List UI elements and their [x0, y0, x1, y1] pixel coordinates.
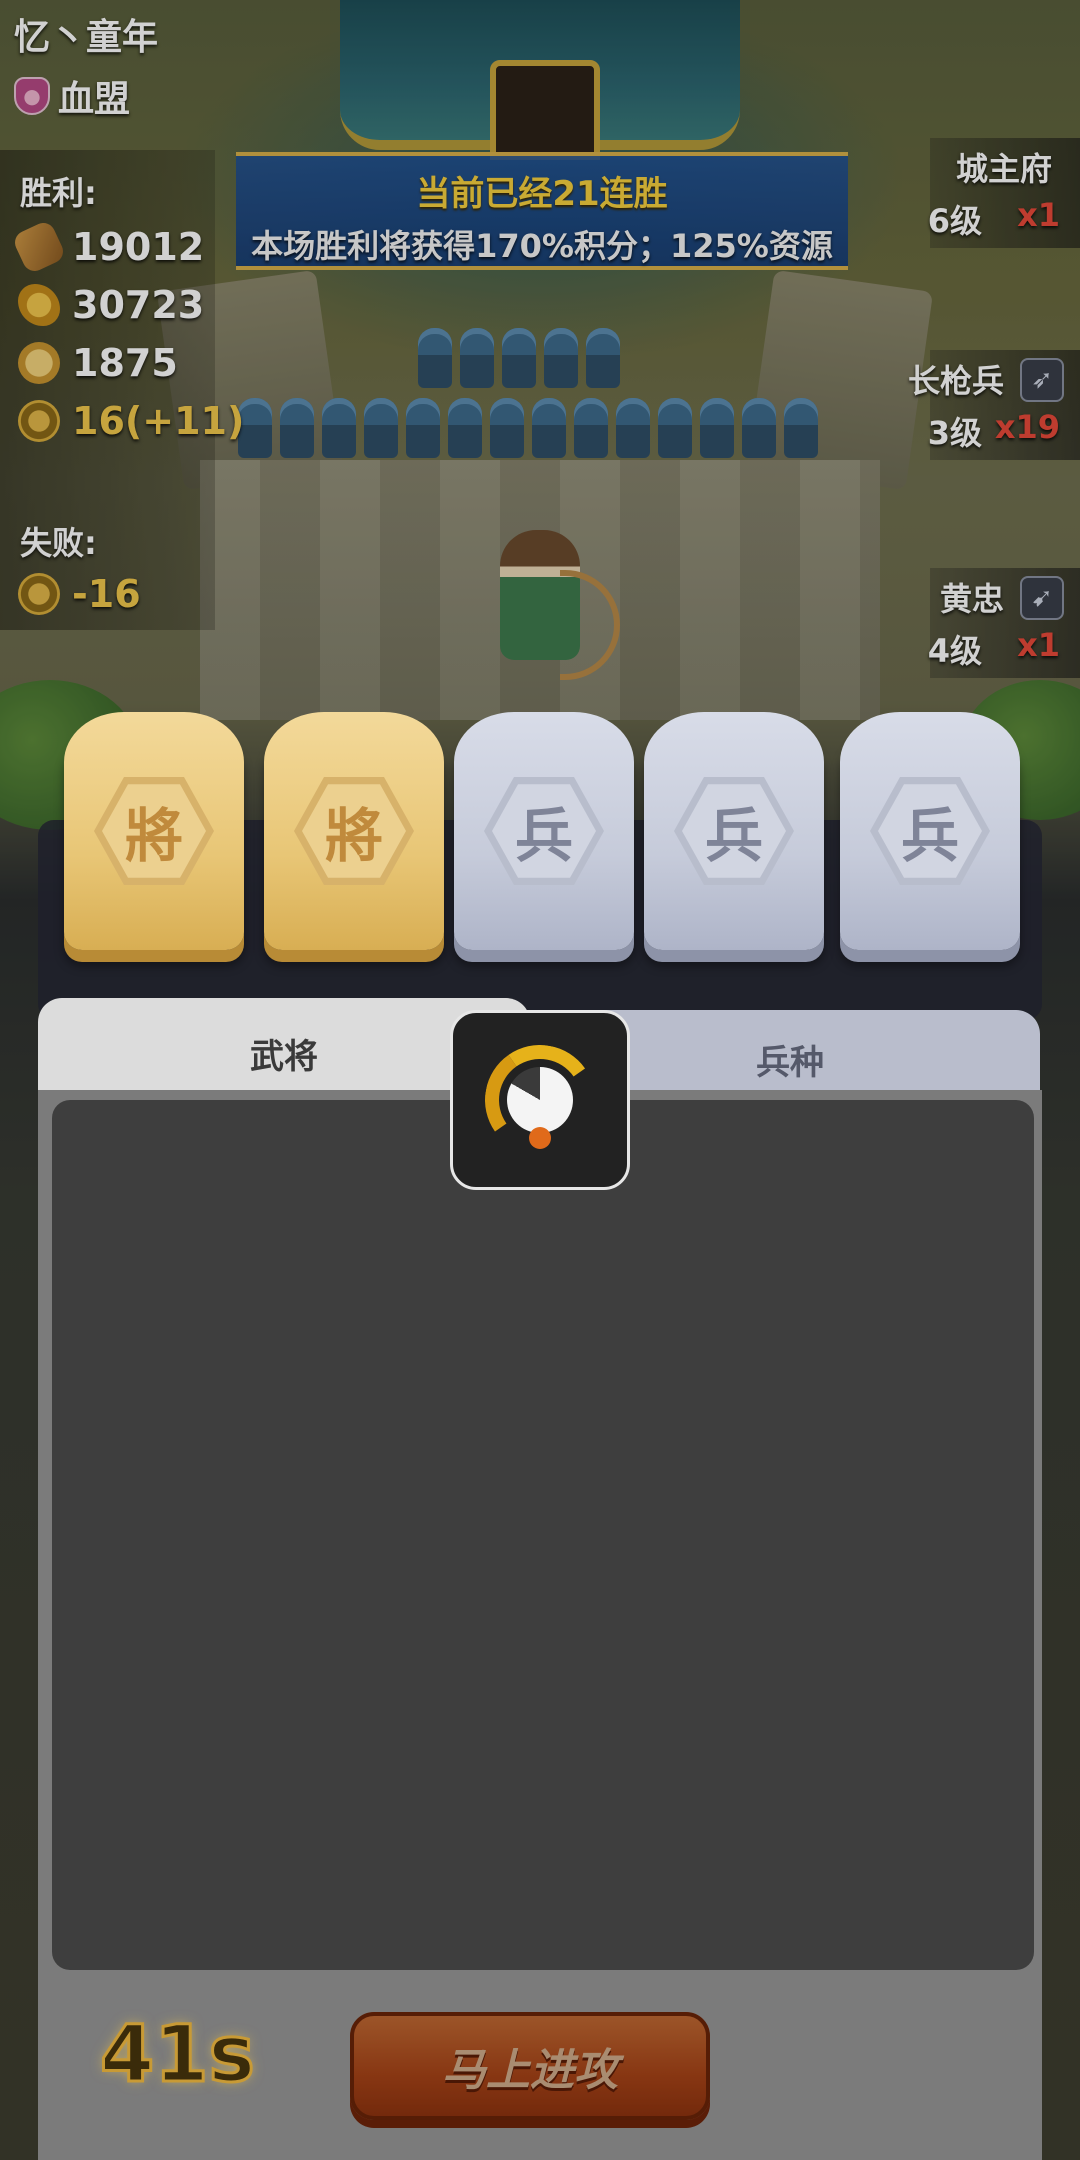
troop-slot-1[interactable]: 兵 — [454, 712, 634, 950]
slot-glyph: 兵 — [878, 784, 982, 878]
troop-slot-2[interactable]: 兵 — [644, 712, 824, 950]
spinner-knob — [529, 1127, 551, 1149]
slot-glyph: 將 — [102, 784, 206, 878]
slot-emblem: 兵 — [484, 777, 604, 885]
general-slot-1[interactable]: 將 — [64, 712, 244, 950]
troop-slot-3[interactable]: 兵 — [840, 712, 1020, 950]
loading-spinner-icon — [476, 1036, 604, 1164]
button-shade — [350, 2012, 710, 2120]
slot-emblem: 兵 — [674, 777, 794, 885]
slot-emblem: 將 — [294, 777, 414, 885]
slot-emblem: 將 — [94, 777, 214, 885]
panel-shade — [38, 1090, 1042, 2160]
slot-emblem: 兵 — [870, 777, 990, 885]
general-slot-2[interactable]: 將 — [264, 712, 444, 950]
countdown-timer: 41s — [99, 2009, 257, 2102]
slot-glyph: 將 — [302, 784, 406, 878]
slot-glyph: 兵 — [492, 784, 596, 878]
spinner-disc — [507, 1067, 573, 1133]
slot-glyph: 兵 — [682, 784, 786, 878]
loading-indicator — [450, 1010, 630, 1190]
